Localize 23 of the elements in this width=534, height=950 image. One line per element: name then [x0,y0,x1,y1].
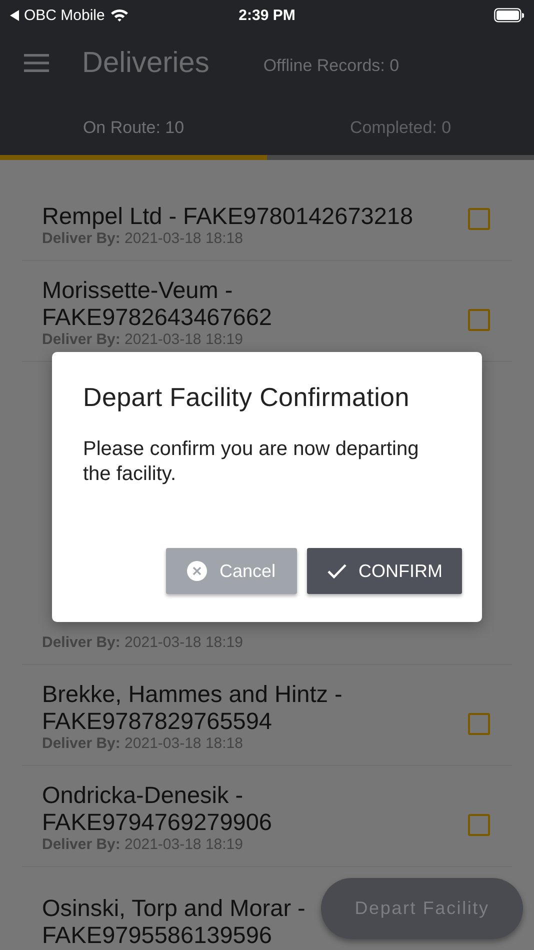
status-time: 2:39 PM [238,6,296,24]
wifi-icon [110,8,129,22]
delivery-title: Brekke, Hammes and Hintz - FAKE9787829765594 [42,681,342,734]
checkbox[interactable] [468,814,490,836]
check-icon [326,563,346,579]
delivery-title: Osinski, Torp and Morar - FAKE9795586139596 [42,895,306,948]
dialog-title: Depart Facility Confirmation [83,382,410,413]
checkbox[interactable] [468,208,490,230]
delivery-title: Morissette-Veum - FAKE9782643467662 [42,277,272,330]
checkbox[interactable] [468,309,490,331]
page-title: Deliveries [82,46,210,80]
back-icon[interactable] [10,10,19,20]
offline-records: Offline Records: 0 [263,56,400,76]
dialog-message: Please confirm you are now departing the facility. [83,437,420,487]
checkbox[interactable] [468,713,490,735]
back-label[interactable]: OBC Mobile [24,6,105,24]
cancel-button[interactable]: Cancel [166,548,297,594]
cancel-icon [187,561,208,581]
delivery-title: Rempel Ltd - FAKE9780142673218 [42,203,414,229]
delivery-title: Ondricka-Denesik - FAKE9794769279906 [42,782,272,835]
confirm-button[interactable]: CONFIRM [307,548,462,594]
battery-icon [494,8,524,22]
menu-icon[interactable] [24,54,49,72]
